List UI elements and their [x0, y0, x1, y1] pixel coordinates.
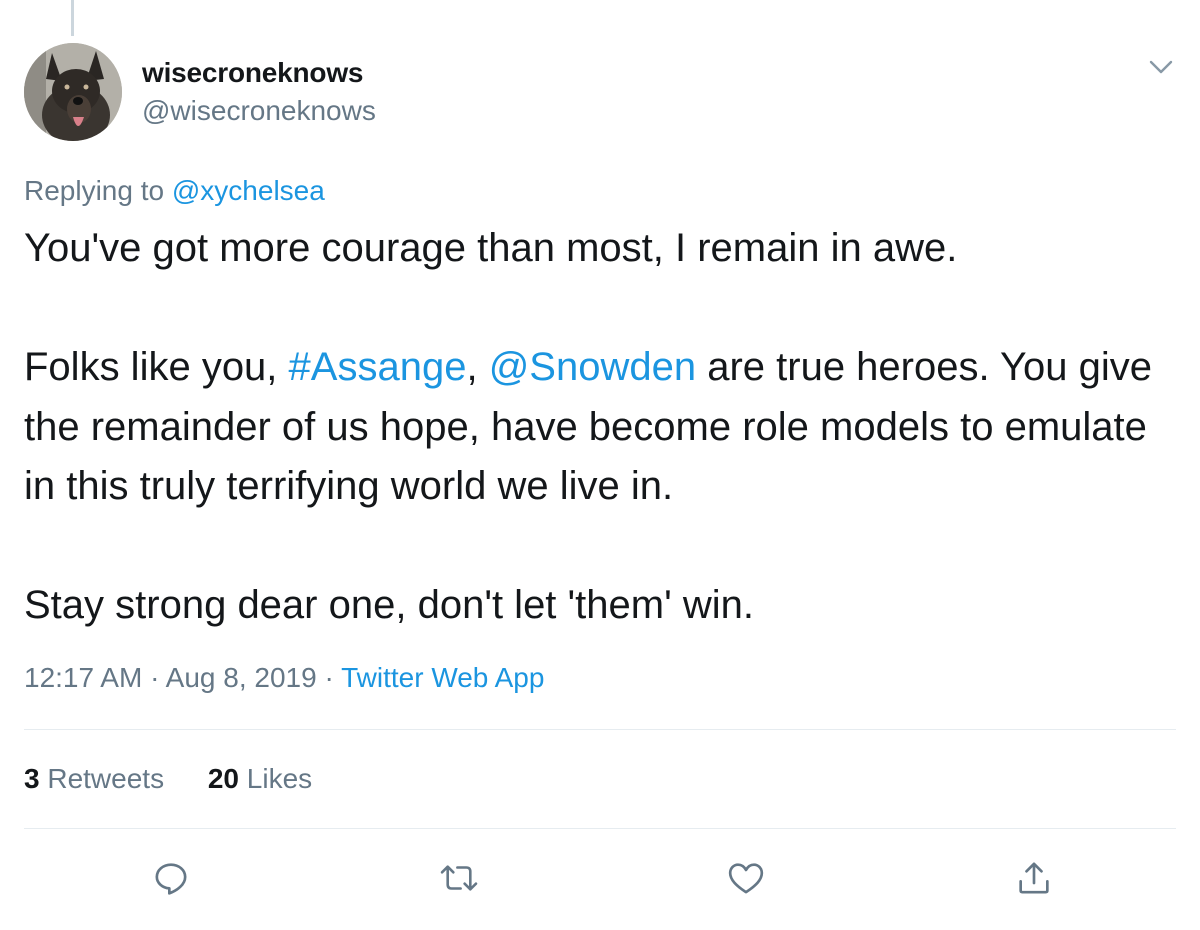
tweet-source-link[interactable]: Twitter Web App [341, 662, 544, 693]
tweet-time[interactable]: 12:17 AM [24, 662, 142, 693]
tweet-text: You've got more courage than most, I rem… [24, 219, 1184, 636]
divider [24, 828, 1176, 829]
likes-stat[interactable]: 20 Likes [208, 763, 312, 794]
tweet-stats: 3 Retweets 20 Likes [24, 763, 348, 795]
reply-mention-link[interactable]: @xychelsea [172, 175, 325, 206]
like-button[interactable] [724, 856, 768, 900]
likes-label: Likes [239, 763, 313, 794]
tweet-date[interactable]: Aug 8, 2019 [166, 662, 317, 693]
thread-connector-line [71, 0, 74, 36]
dog-avatar-icon [24, 43, 122, 141]
share-button[interactable] [1012, 856, 1056, 900]
likes-count: 20 [207, 763, 240, 794]
tweet-meta: 12:17 AM · Aug 8, 2019 · Twitter Web App [24, 662, 544, 694]
author-handle[interactable]: @wisecroneknows [142, 95, 376, 127]
reply-icon [155, 863, 187, 895]
divider [24, 729, 1176, 730]
tweet-paragraph-3: Stay strong dear one, don't let 'them' w… [24, 583, 754, 627]
tweet-text-segment: , [466, 345, 489, 389]
replying-prefix: Replying to [24, 175, 172, 206]
meta-separator: · [142, 662, 166, 693]
reply-button[interactable] [149, 856, 193, 900]
retweet-icon [440, 865, 478, 891]
like-icon [728, 863, 764, 894]
replying-to: Replying to @xychelsea [24, 175, 325, 207]
chevron-down-icon[interactable] [1146, 54, 1176, 80]
share-icon [1019, 862, 1049, 894]
avatar[interactable] [24, 43, 122, 141]
retweets-count: 3 [24, 763, 40, 794]
retweets-label: Retweets [39, 763, 165, 794]
retweet-button[interactable] [437, 856, 481, 900]
meta-separator: · [316, 662, 342, 693]
hashtag-link[interactable]: #Assange [289, 345, 467, 389]
tweet-text-segment: Folks like you, [24, 345, 289, 389]
tweet-paragraph-2: Folks like you, #Assange, @Snowden are t… [24, 338, 1184, 517]
mention-link[interactable]: @Snowden [489, 345, 696, 389]
retweets-stat[interactable]: 3 Retweets [24, 763, 164, 794]
tweet-paragraph-1: You've got more courage than most, I rem… [24, 226, 958, 270]
author-display-name[interactable]: wisecroneknows [142, 57, 363, 89]
